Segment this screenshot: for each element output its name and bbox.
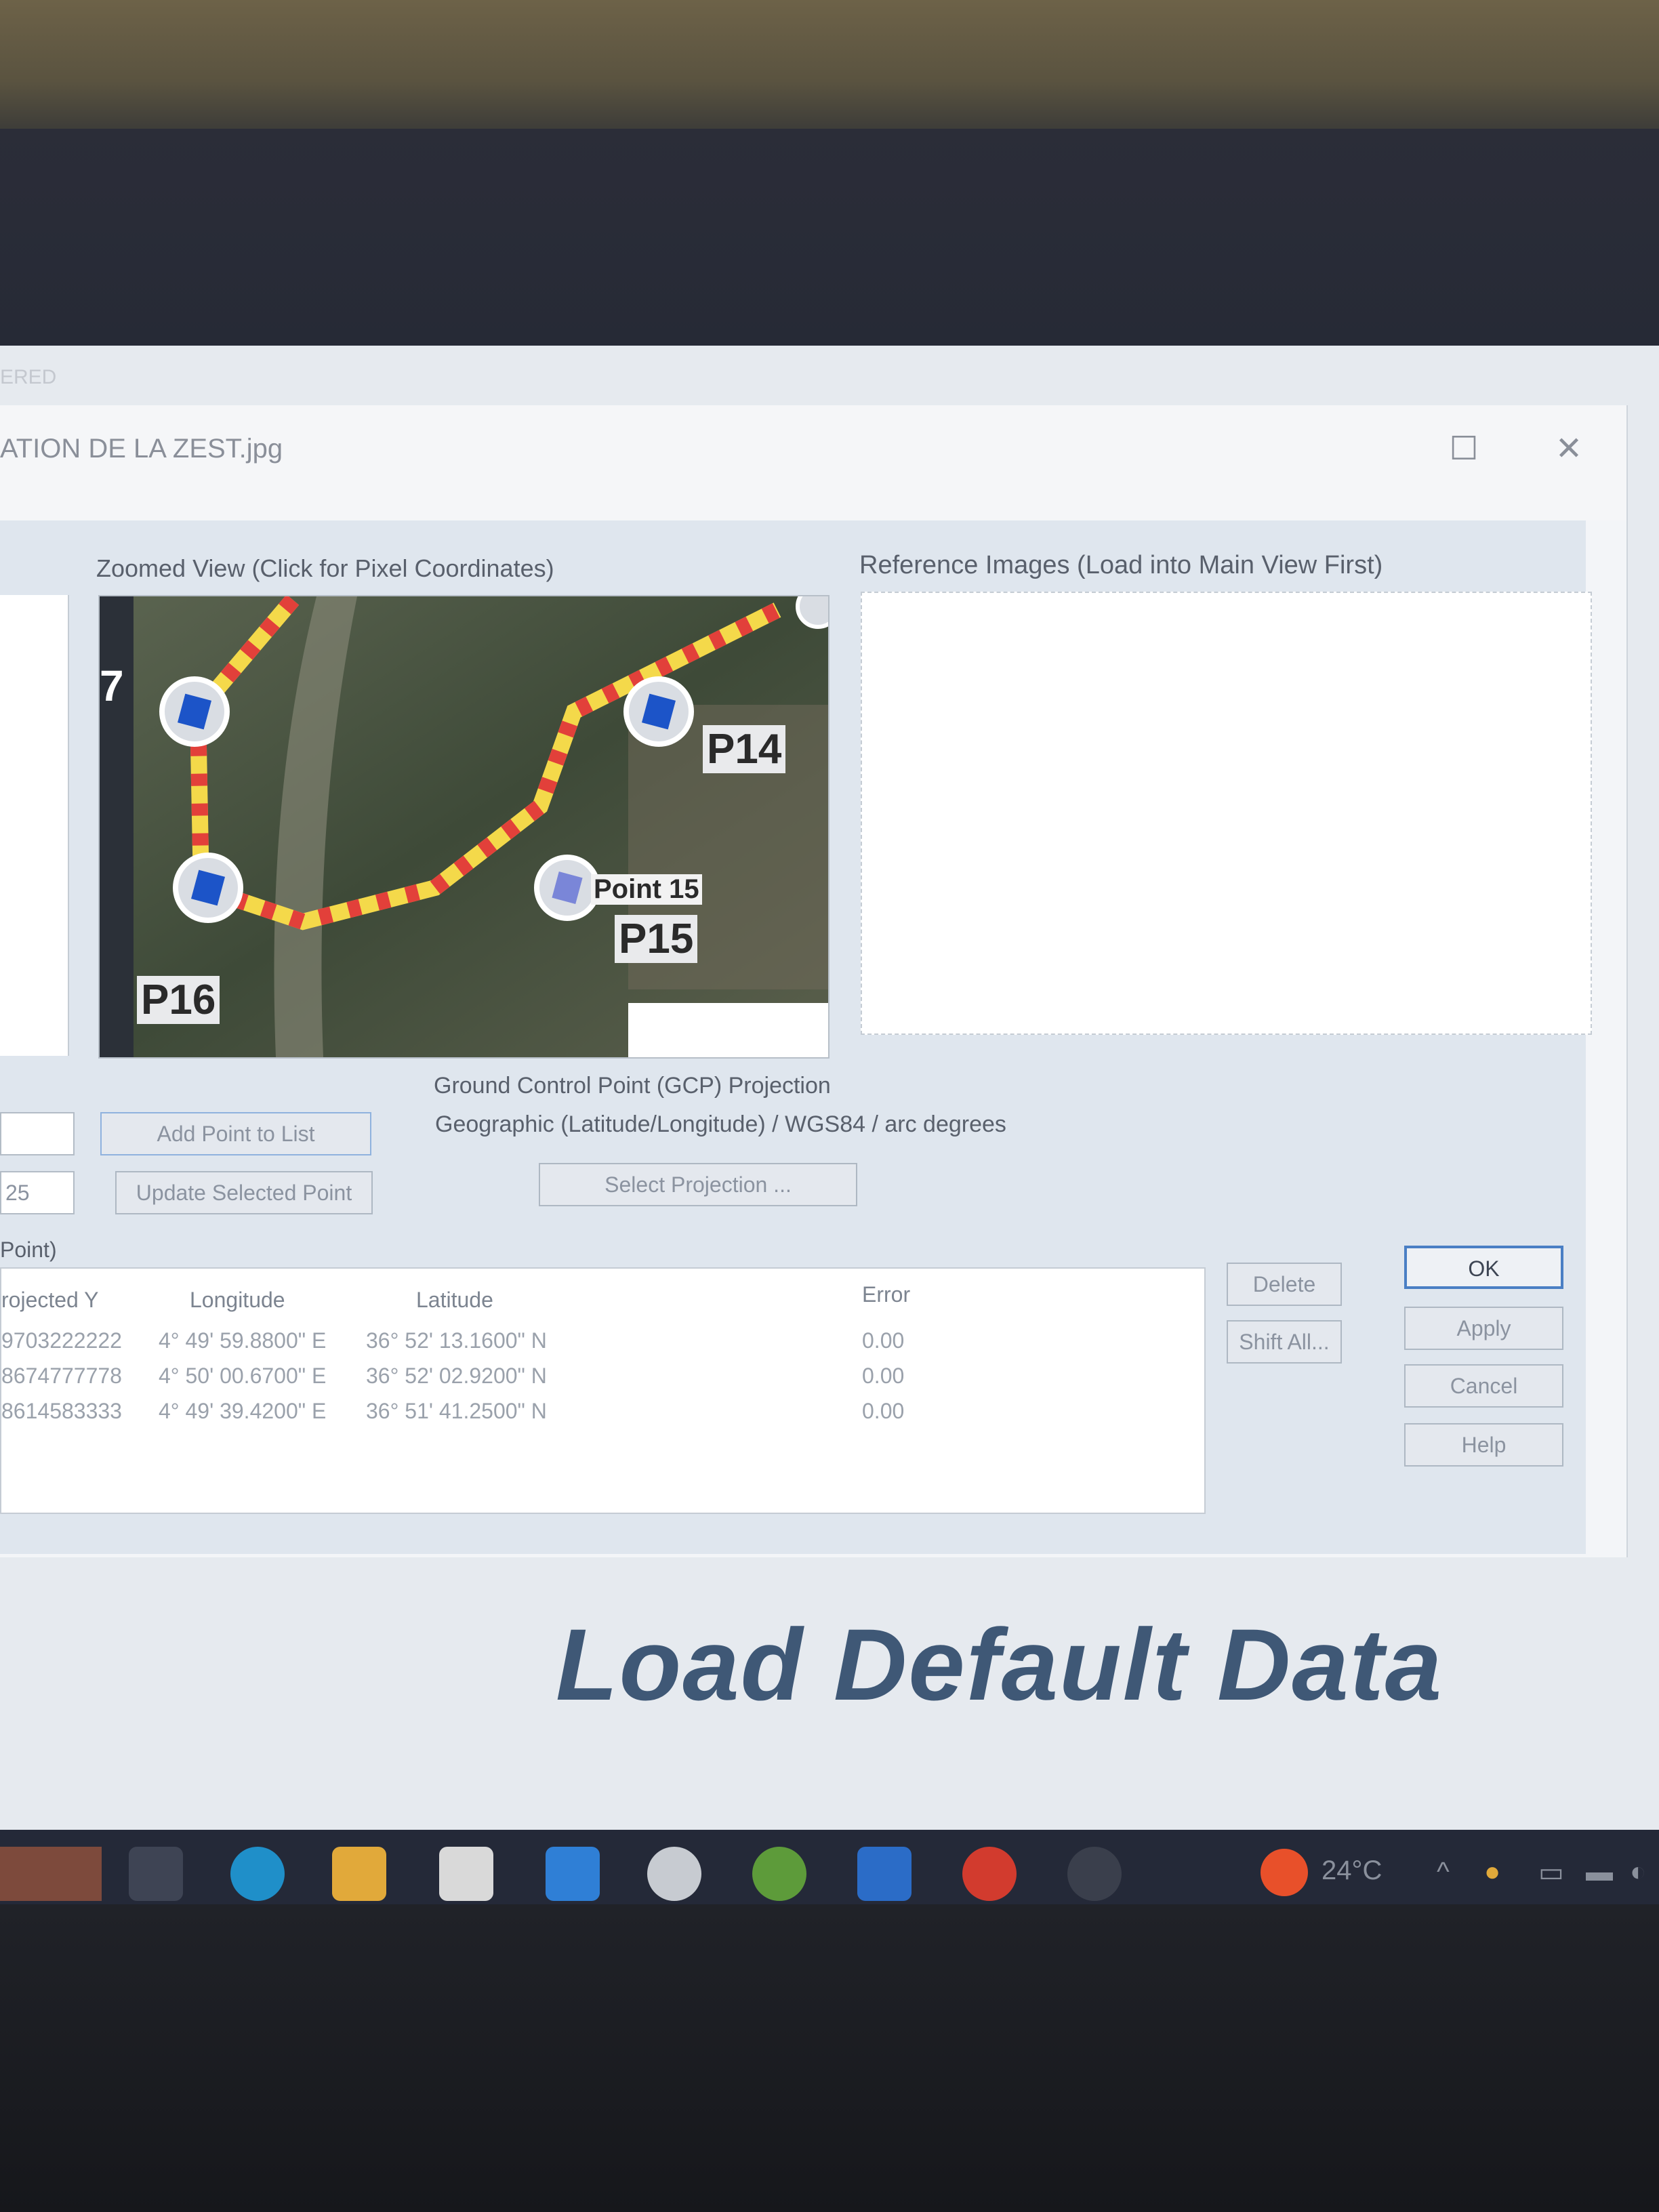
column-header-error: Error (862, 1282, 911, 1307)
weather-icon[interactable] (1261, 1849, 1308, 1896)
point-15-callout: Point 15 (591, 874, 702, 905)
maximize-button[interactable]: ☐ (1433, 419, 1494, 480)
task-view-icon[interactable] (129, 1847, 183, 1901)
app-icon[interactable] (857, 1847, 912, 1901)
gcp-list-section-label: Point) (0, 1237, 57, 1262)
row2-error[interactable]: 0.00 (862, 1364, 904, 1389)
select-projection-button[interactable]: Select Projection ... (539, 1163, 857, 1206)
reference-images-area[interactable] (861, 592, 1592, 1035)
globe-app-icon[interactable] (647, 1847, 701, 1901)
gcp-dialog: ATION DE LA ZEST.jpg ☐ ✕ Zoomed View (Cl… (0, 405, 1628, 1557)
marker-p17[interactable] (159, 676, 230, 747)
delete-button[interactable]: Delete (1227, 1263, 1342, 1306)
close-button[interactable]: ✕ (1538, 419, 1599, 480)
zoomed-view[interactable]: 7 P14 Point 15 P15 P16 (98, 595, 830, 1059)
app-icon-faded[interactable] (1067, 1847, 1122, 1901)
network-icon[interactable]: ▭ (1538, 1857, 1564, 1888)
temperature[interactable]: 24°C (1322, 1856, 1382, 1886)
point-input-1[interactable] (0, 1112, 75, 1155)
row1-longitude[interactable]: 4° 49' 59.8800" E (159, 1328, 326, 1353)
edge-icon[interactable] (230, 1847, 285, 1901)
mail-icon[interactable] (546, 1847, 600, 1901)
row3-error[interactable]: 0.00 (862, 1399, 904, 1424)
volume-icon[interactable]: ◐ (1630, 1857, 1646, 1887)
chrome-icon[interactable] (962, 1847, 1017, 1901)
row2-projected-y[interactable]: 8674777778 (1, 1364, 122, 1389)
file-explorer-icon[interactable] (332, 1847, 386, 1901)
title-bar: ATION DE LA ZEST.jpg ☐ ✕ (0, 405, 1626, 520)
gcp-projection-label: Ground Control Point (GCP) Projection (434, 1073, 831, 1099)
window-title: ATION DE LA ZEST.jpg (0, 434, 283, 464)
widgets-icon[interactable] (0, 1847, 102, 1901)
gcp-list[interactable]: rojected Y Longitude Latitude Error 9703… (0, 1267, 1206, 1514)
column-header-projected-y: rojected Y (1, 1288, 99, 1312)
left-panel (0, 595, 69, 1056)
row3-longitude[interactable]: 4° 49' 39.4200" E (159, 1399, 326, 1424)
load-default-data-heading[interactable]: Load Default Data (556, 1606, 1443, 1723)
marker-label-p15: P15 (615, 915, 698, 963)
cancel-button[interactable]: Cancel (1404, 1364, 1563, 1408)
qgis-icon[interactable] (752, 1847, 806, 1901)
dialog-body: Zoomed View (Click for Pixel Coordinates… (0, 520, 1592, 1554)
column-header-latitude: Latitude (416, 1288, 493, 1312)
zoomed-view-label: Zoomed View (Click for Pixel Coordinates… (96, 554, 554, 582)
tray-app-icon[interactable]: ● (1484, 1857, 1500, 1887)
marker-p15[interactable] (534, 855, 600, 921)
reference-images-label: Reference Images (Load into Main View Fi… (859, 551, 1383, 579)
help-button[interactable]: Help (1404, 1423, 1563, 1467)
shift-all-button[interactable]: Shift All... (1227, 1320, 1342, 1364)
row3-latitude[interactable]: 36° 51' 41.2500" N (366, 1399, 547, 1424)
apply-button[interactable]: Apply (1404, 1307, 1563, 1350)
row1-error[interactable]: 0.00 (862, 1328, 904, 1353)
marker-p14[interactable] (623, 676, 694, 747)
parent-window-title: ERED (0, 366, 57, 388)
add-point-button[interactable]: Add Point to List (100, 1112, 371, 1155)
battery-icon[interactable]: ▬ (1586, 1857, 1613, 1887)
map-scale-box (628, 1003, 828, 1057)
marker-label-p16: P16 (137, 976, 220, 1024)
ok-button[interactable]: OK (1404, 1246, 1563, 1289)
marker-label-p14: P14 (703, 725, 786, 773)
row2-latitude[interactable]: 36° 52' 02.9200" N (366, 1364, 547, 1389)
monitor-bezel (0, 129, 1659, 352)
row1-latitude[interactable]: 36° 52' 13.1600" N (366, 1328, 547, 1353)
store-icon[interactable] (439, 1847, 493, 1901)
chevron-up-icon[interactable]: ^ (1437, 1857, 1450, 1887)
marker-label-left: 7 (100, 661, 124, 710)
update-selected-point-button[interactable]: Update Selected Point (115, 1171, 373, 1214)
marker-p16[interactable] (173, 853, 243, 923)
row3-projected-y[interactable]: 8614583333 (1, 1399, 122, 1424)
gcp-projection-value: Geographic (Latitude/Longitude) / WGS84 … (435, 1111, 1006, 1137)
row1-projected-y[interactable]: 9703222222 (1, 1328, 122, 1353)
background-wall (0, 0, 1659, 136)
point-input-2[interactable]: 25 (0, 1171, 75, 1214)
column-header-longitude: Longitude (190, 1288, 285, 1312)
desk-surface (0, 1904, 1659, 2212)
marker-p13-partial[interactable] (796, 596, 828, 629)
row2-longitude[interactable]: 4° 50' 00.6700" E (159, 1364, 326, 1389)
